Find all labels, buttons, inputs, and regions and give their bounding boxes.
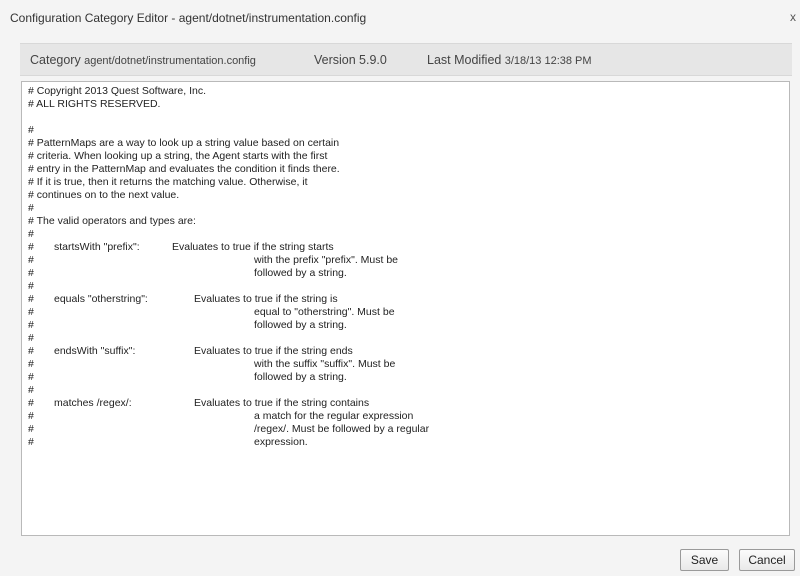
save-button[interactable]: Save <box>680 549 729 571</box>
line-description: followed by a string. <box>254 267 347 279</box>
line-text: # <box>28 332 34 344</box>
line-text: # <box>28 319 34 331</box>
line-description: a match for the regular expression <box>254 410 414 422</box>
cancel-button[interactable]: Cancel <box>739 549 795 571</box>
last-modified-value: 3/18/13 12:38 PM <box>504 55 592 67</box>
last-modified-label: Last Modified <box>427 53 502 67</box>
line-description: Evaluates to true if the string is <box>194 293 338 305</box>
line-text: # entry in the PatternMap and evaluates … <box>28 163 340 175</box>
line-text: # <box>28 423 34 435</box>
line-operator: equals "otherstring": <box>54 293 148 305</box>
line-text: # <box>28 241 34 253</box>
line-text: # <box>28 371 34 383</box>
close-icon[interactable]: x <box>790 10 800 24</box>
line-operator: startsWith "prefix": <box>54 241 140 253</box>
line-description: with the prefix "prefix". Must be <box>254 254 399 266</box>
line-text: # <box>28 254 34 266</box>
line-description: Evaluates to true if the string ends <box>194 345 353 357</box>
line-text: # If it is true, then it returns the mat… <box>28 176 308 188</box>
line-text: # Copyright 2013 Quest Software, Inc. <box>28 85 207 97</box>
line-description: Evaluates to true if the string contains <box>194 397 370 409</box>
line-text: # <box>28 397 34 409</box>
line-description: Evaluates to true if the string starts <box>172 241 334 253</box>
line-text: # <box>28 228 34 240</box>
line-text: # <box>28 410 34 422</box>
line-text: # <box>28 280 34 292</box>
category-info: Category agent/dotnet/instrumentation.co… <box>30 53 256 67</box>
line-text: # <box>28 124 34 136</box>
window-title: Configuration Category Editor - agent/do… <box>10 11 367 25</box>
line-text: # <box>28 345 34 357</box>
line-text: # <box>28 202 34 214</box>
category-value: agent/dotnet/instrumentation.config <box>84 55 256 67</box>
line-text: # ALL RIGHTS RESERVED. <box>28 98 161 110</box>
line-description: equal to "otherstring". Must be <box>254 306 395 318</box>
line-operator: matches /regex/: <box>54 397 132 409</box>
line-description: followed by a string. <box>254 319 347 331</box>
version-value: 5.9.0 <box>359 53 387 67</box>
last-modified-info: Last Modified 3/18/13 12:38 PM <box>427 53 592 67</box>
line-description: /regex/. Must be followed by a regular <box>254 423 430 435</box>
line-text: # <box>28 436 34 448</box>
line-operator: endsWith "suffix": <box>54 345 136 357</box>
line-description: expression. <box>254 436 308 448</box>
line-text: # <box>28 358 34 370</box>
line-text: # PatternMaps are a way to look up a str… <box>28 137 340 149</box>
category-label: Category <box>30 53 81 67</box>
dialog-footer: Save Cancel <box>0 540 800 576</box>
line-text: # The valid operators and types are: <box>28 215 196 227</box>
line-text: # criteria. When looking up a string, th… <box>28 150 328 162</box>
version-label: Version <box>314 53 356 67</box>
line-text: # <box>28 384 34 396</box>
line-text: # continues on to the next value. <box>28 189 180 201</box>
line-text: # <box>28 306 34 318</box>
line-text: # <box>28 267 34 279</box>
version-info: Version 5.9.0 <box>314 53 387 67</box>
config-text-editor[interactable]: # Copyright 2013 Quest Software, Inc. # A… <box>21 81 790 536</box>
config-editor-window: Configuration Category Editor - agent/do… <box>0 0 800 576</box>
title-bar[interactable]: Configuration Category Editor - agent/do… <box>0 0 800 36</box>
line-description: with the suffix "suffix". Must be <box>254 358 396 370</box>
line-description: followed by a string. <box>254 371 347 383</box>
category-info-bar: Category agent/dotnet/instrumentation.co… <box>20 43 792 76</box>
line-text: # <box>28 293 34 305</box>
